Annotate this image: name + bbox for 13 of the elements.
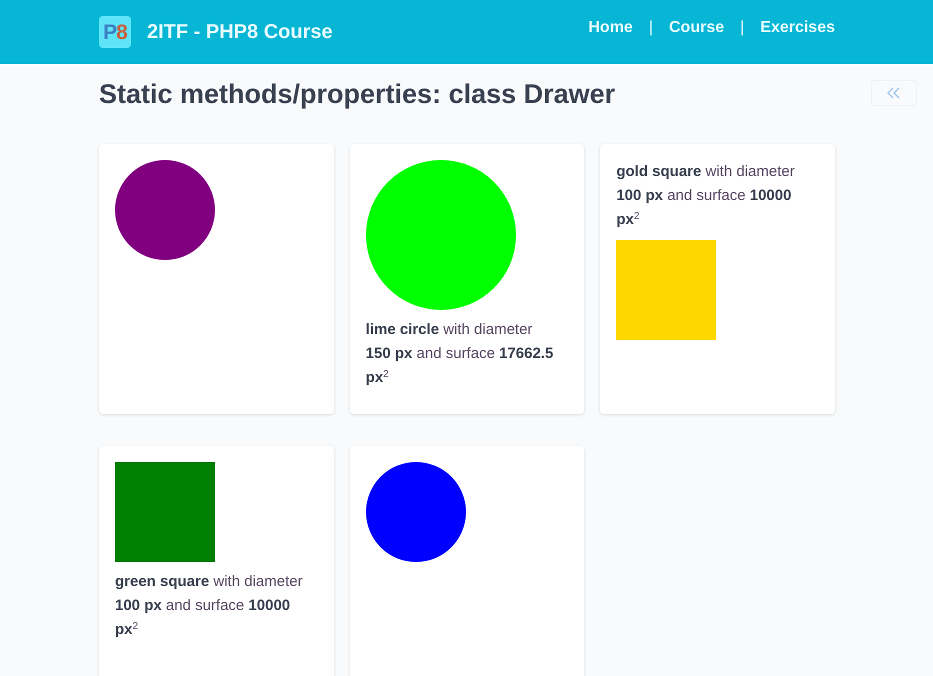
nav-link[interactable]: Course <box>668 16 724 40</box>
shape-description: green square with diameter 100 px and surface 10000 px$^{2}$ <box>115 572 304 640</box>
shape-description: lime circle with diameter 150 px and surface 17662.5 px$^{2}$ <box>366 320 554 388</box>
nav-link[interactable]: Home <box>588 16 633 40</box>
shape-description: gold square with diameter 100 px and surface 10000 px$^{2}$ <box>616 162 796 230</box>
nav-link[interactable]: Exercises <box>760 16 835 40</box>
double-chevron-left-icon <box>887 87 901 99</box>
site-title[interactable]: 2ITF - PHP8 Course <box>147 17 333 47</box>
back-button[interactable] <box>871 80 917 106</box>
logo[interactable]: P8 <box>99 16 131 48</box>
nav-separator: | <box>648 18 653 38</box>
nav-separator: | <box>740 18 744 38</box>
page-title: Static methods/properties: class Drawer <box>99 78 616 111</box>
